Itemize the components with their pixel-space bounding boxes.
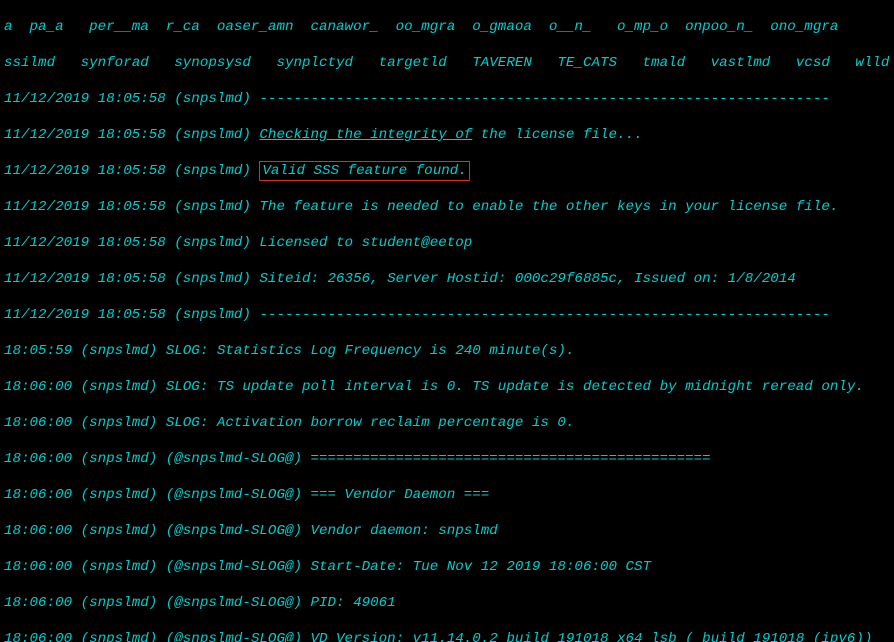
log-line: 11/12/2019 18:05:58 (snpslmd) Siteid: 26… (4, 270, 890, 288)
log-line: 18:06:00 (snpslmd) (@snpslmd-SLOG@) Vend… (4, 522, 890, 540)
highlight-box: Valid SSS feature found. (259, 161, 469, 181)
log-text: 11/12/2019 18:05:58 (snpslmd) (4, 127, 259, 143)
log-text: ----------------------------------------… (259, 91, 829, 107)
log-text: 11/12/2019 18:05:58 (snpslmd) (4, 163, 259, 179)
log-line: 18:06:00 (snpslmd) (@snpslmd-SLOG@) Star… (4, 558, 890, 576)
log-line: 11/12/2019 18:05:58 (snpslmd) Valid SSS … (4, 162, 890, 180)
log-line: 18:06:00 (snpslmd) SLOG: TS update poll … (4, 378, 890, 396)
log-line: 11/12/2019 18:05:58 (snpslmd) The featur… (4, 198, 890, 216)
log-line: 11/12/2019 18:05:58 (snpslmd) Checking t… (4, 126, 890, 144)
log-line: 11/12/2019 18:05:58 (snpslmd) Licensed t… (4, 234, 890, 252)
terminal-output: a pa_a per__ma r_ca oaser_amn canawor_ o… (0, 0, 894, 642)
log-line: a pa_a per__ma r_ca oaser_amn canawor_ o… (4, 18, 890, 36)
log-line: 18:06:00 (snpslmd) (@snpslmd-SLOG@) === … (4, 486, 890, 504)
log-line: 18:06:00 (snpslmd) SLOG: Activation borr… (4, 414, 890, 432)
log-line: 11/12/2019 18:05:58 (snpslmd) ----------… (4, 306, 890, 324)
log-line: 18:06:00 (snpslmd) (@snpslmd-SLOG@) VD V… (4, 630, 890, 642)
log-text: 11/12/2019 18:05:58 (snpslmd) (4, 91, 259, 107)
underlined-text: Checking the integrity of (259, 127, 472, 143)
log-text: the license file... (472, 127, 642, 143)
log-line: 18:06:00 (snpslmd) (@snpslmd-SLOG@) ====… (4, 450, 890, 468)
log-line: ssilmd synforad synopsysd synplctyd targ… (4, 54, 890, 72)
log-line: 18:05:59 (snpslmd) SLOG: Statistics Log … (4, 342, 890, 360)
log-line: 18:06:00 (snpslmd) (@snpslmd-SLOG@) PID:… (4, 594, 890, 612)
log-line: 11/12/2019 18:05:58 (snpslmd) ----------… (4, 90, 890, 108)
